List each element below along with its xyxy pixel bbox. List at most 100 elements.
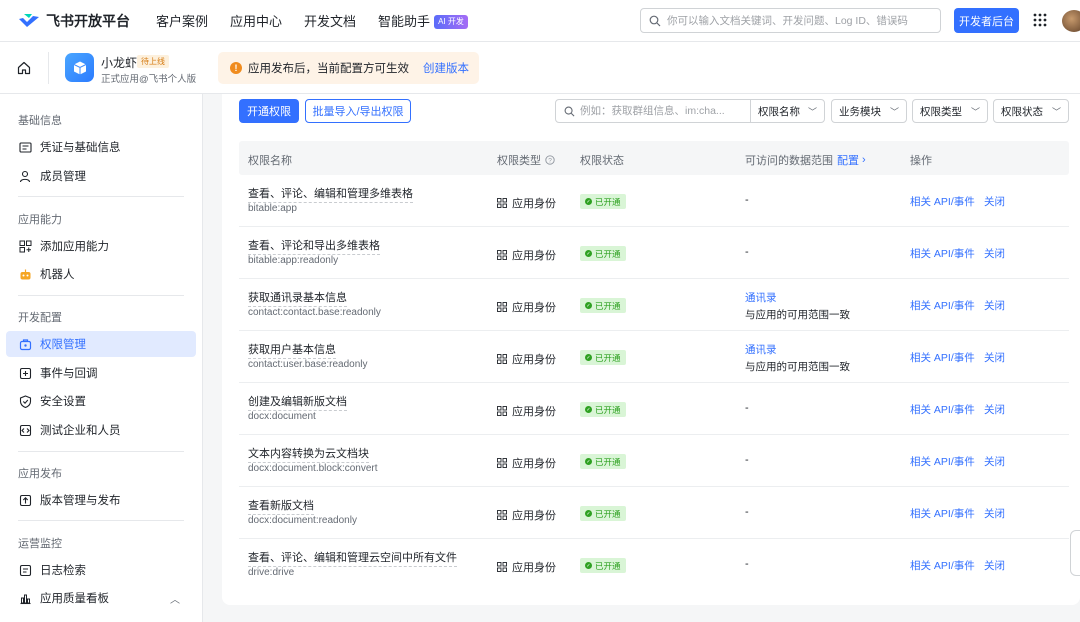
- filter-permission-type[interactable]: 权限类型 ﹀: [912, 99, 988, 123]
- nav-app-center[interactable]: 应用中心: [230, 11, 282, 30]
- nav-ai-assistant[interactable]: 智能助手 AI 开发: [378, 11, 468, 30]
- permission-code: contact:user.base:readonly: [248, 359, 368, 370]
- sidebar-section-basic: 基础信息: [18, 115, 62, 127]
- close-permission-link[interactable]: 关闭: [984, 246, 1005, 261]
- permission-name: 获取通讯录基本信息: [248, 289, 347, 307]
- apps-grid-icon[interactable]: [1033, 13, 1047, 27]
- sidebar-item-credentials[interactable]: 凭证与基础信息: [6, 134, 196, 160]
- close-permission-link[interactable]: 关闭: [984, 454, 1005, 469]
- nav-dev-docs[interactable]: 开发文档: [304, 11, 356, 30]
- status-label: 已开通: [595, 404, 621, 415]
- data-scope: -: [745, 558, 749, 570]
- status-badge: ✓ 已开通: [580, 298, 626, 313]
- related-api-link[interactable]: 相关 API/事件: [910, 350, 975, 365]
- side-drawer-handle[interactable]: [1070, 530, 1080, 576]
- permission-code: docx:document: [248, 411, 316, 422]
- permission-search-box[interactable]: [556, 100, 751, 122]
- sidebar-item-versions[interactable]: 版本管理与发布: [6, 487, 196, 513]
- column-header-name: 权限名称: [248, 155, 292, 167]
- sidebar-item-quality-board[interactable]: 应用质量看板 ︿: [6, 585, 196, 611]
- main-nav: 客户案例 应用中心 开发文档 智能助手 AI 开发: [156, 11, 468, 30]
- permission-search-input[interactable]: [580, 105, 740, 117]
- related-api-link[interactable]: 相关 API/事件: [910, 506, 975, 521]
- status-label: 已开通: [595, 300, 621, 311]
- sidebar-item-members[interactable]: 成员管理: [6, 163, 196, 189]
- permission-name: 查看、评论、编辑和管理云空间中所有文件: [248, 549, 457, 567]
- brand-name: 飞书开放平台: [46, 12, 130, 29]
- related-api-link[interactable]: 相关 API/事件: [910, 194, 975, 209]
- related-api-link[interactable]: 相关 API/事件: [910, 558, 975, 573]
- sidebar-item-label: 安全设置: [40, 396, 86, 408]
- global-search[interactable]: [640, 8, 941, 33]
- sidebar-item-permissions[interactable]: 权限管理: [6, 331, 196, 357]
- chevron-right-icon[interactable]: ›: [862, 154, 866, 166]
- filter-business-module[interactable]: 业务模块 ﹀: [831, 99, 907, 123]
- status-label: 已开通: [595, 352, 621, 363]
- svg-text:?: ?: [548, 157, 552, 164]
- sidebar: 基础信息 凭证与基础信息 成员管理 应用能力 添加应用能力 机器人 开发配置 权…: [0, 94, 203, 622]
- cube-icon: [73, 61, 86, 74]
- app-identity-icon: [497, 510, 507, 520]
- close-permission-link[interactable]: 关闭: [984, 350, 1005, 365]
- enable-permission-button[interactable]: 开通权限: [239, 99, 299, 123]
- home-icon[interactable]: [17, 61, 31, 75]
- chevron-up-icon[interactable]: ︿: [170, 591, 180, 606]
- data-scope: 与应用的可用范围一致: [745, 361, 850, 373]
- brand[interactable]: 飞书开放平台: [18, 11, 156, 31]
- sidebar-item-label: 凭证与基础信息: [40, 142, 121, 154]
- column-header-scope: 可访问的数据范围 配置 ›: [745, 152, 866, 168]
- sidebar-item-test-tenant[interactable]: 测试企业和人员: [6, 417, 196, 443]
- search-icon: [564, 106, 575, 116]
- related-api-link[interactable]: 相关 API/事件: [910, 402, 975, 417]
- table-row: 查看、评论、编辑和管理多维表格 bitable:app 应用身份 ✓ 已开通 - …: [239, 175, 1069, 227]
- sidebar-item-bot[interactable]: 机器人: [6, 261, 196, 287]
- search-field-select[interactable]: 权限名称 ﹀: [751, 104, 824, 119]
- permission-name: 获取用户基本信息: [248, 341, 336, 359]
- permission-type: 应用身份: [497, 247, 556, 263]
- status-badge: ✓ 已开通: [580, 350, 626, 365]
- related-api-link[interactable]: 相关 API/事件: [910, 454, 975, 469]
- permission-type: 应用身份: [497, 351, 556, 367]
- app-identity-icon: [497, 562, 507, 572]
- chevron-down-icon: ﹀: [1051, 106, 1061, 117]
- related-api-link[interactable]: 相关 API/事件: [910, 298, 975, 313]
- app-identity-icon: [497, 406, 507, 416]
- permission-type: 应用身份: [497, 195, 556, 211]
- permission-type-label: 应用身份: [512, 510, 556, 522]
- create-version-link[interactable]: 创建版本: [423, 60, 469, 76]
- close-permission-link[interactable]: 关闭: [984, 298, 1005, 313]
- sidebar-item-security[interactable]: 安全设置: [6, 388, 196, 414]
- app-identity-icon: [497, 458, 507, 468]
- global-search-input[interactable]: [667, 14, 940, 27]
- contacts-scope-link[interactable]: 通讯录: [745, 290, 777, 305]
- chevron-down-icon: ﹀: [889, 106, 899, 117]
- related-api-link[interactable]: 相关 API/事件: [910, 246, 975, 261]
- search-field-label: 权限名称: [758, 105, 800, 118]
- nav-customer-cases[interactable]: 客户案例: [156, 11, 208, 30]
- app-subtitle: 正式应用@飞书个人版: [101, 74, 197, 85]
- top-nav: 飞书开放平台 客户案例 应用中心 开发文档 智能助手AI 开发 开发者后台: [0, 0, 1080, 42]
- close-permission-link[interactable]: 关闭: [984, 194, 1005, 209]
- filter-permission-status[interactable]: 权限状态 ﹀: [993, 99, 1069, 123]
- sidebar-item-logs[interactable]: 日志检索: [6, 557, 196, 583]
- close-permission-link[interactable]: 关闭: [984, 506, 1005, 521]
- close-permission-link[interactable]: 关闭: [984, 402, 1005, 417]
- contacts-scope-link[interactable]: 通讯录: [745, 342, 777, 357]
- sidebar-item-events[interactable]: 事件与回调: [6, 360, 196, 386]
- permission-type-label: 应用身份: [512, 250, 556, 262]
- close-permission-link[interactable]: 关闭: [984, 558, 1005, 573]
- app-status-badge: 待上线: [137, 55, 169, 68]
- help-icon[interactable]: ?: [545, 155, 555, 165]
- configure-scope-link[interactable]: 配置: [837, 152, 859, 168]
- sidebar-item-add-capability[interactable]: 添加应用能力: [6, 233, 196, 259]
- bulk-import-export-button[interactable]: 批量导入/导出权限: [305, 99, 411, 123]
- status-label: 已开通: [595, 456, 621, 467]
- notice-text: 应用发布后，当前配置方可生效: [248, 63, 409, 75]
- user-icon: [19, 170, 31, 182]
- developer-console-button[interactable]: 开发者后台: [954, 8, 1019, 33]
- chevron-down-icon: ﹀: [807, 106, 817, 117]
- status-badge: ✓ 已开通: [580, 558, 626, 573]
- user-avatar[interactable]: [1062, 10, 1080, 32]
- sidebar-section-capabilities: 应用能力: [18, 214, 62, 226]
- sidebar-item-label: 测试企业和人员: [40, 425, 121, 437]
